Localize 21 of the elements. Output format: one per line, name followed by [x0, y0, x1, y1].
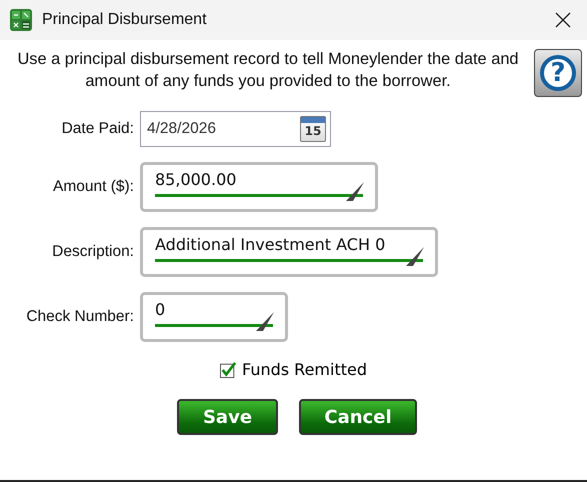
checkbox-label: Funds Remitted	[242, 360, 367, 379]
resize-grip-icon	[403, 246, 425, 268]
input-field[interactable]: 0	[140, 292, 288, 342]
field-label: Description:	[52, 243, 135, 261]
close-icon	[555, 12, 571, 28]
field-label: Amount ($):	[53, 178, 135, 196]
date-field[interactable]: 4/28/2026 15	[140, 111, 331, 147]
input-field[interactable]: Additional Investment ACH 0	[140, 227, 438, 277]
calendar-button[interactable]: 15	[300, 116, 326, 142]
resize-grip-icon	[253, 311, 275, 333]
field-label: Check Number:	[26, 308, 135, 326]
window-title: Principal Disbursement	[42, 11, 208, 29]
help-button[interactable]: ?	[534, 49, 582, 97]
cancel-button[interactable]: Cancel	[299, 399, 417, 435]
intro-text: Use a principal disbursement record to tell Moneylender the date and amount of any funds you provided to the borrower.	[16, 49, 520, 92]
field-label: Date Paid:	[62, 120, 135, 138]
input-field[interactable]: 85,000.00	[140, 162, 378, 212]
resize-grip-icon	[343, 181, 365, 203]
save-button[interactable]: Save	[177, 399, 278, 435]
calculator-icon	[10, 9, 32, 31]
checkbox[interactable]	[220, 362, 236, 378]
